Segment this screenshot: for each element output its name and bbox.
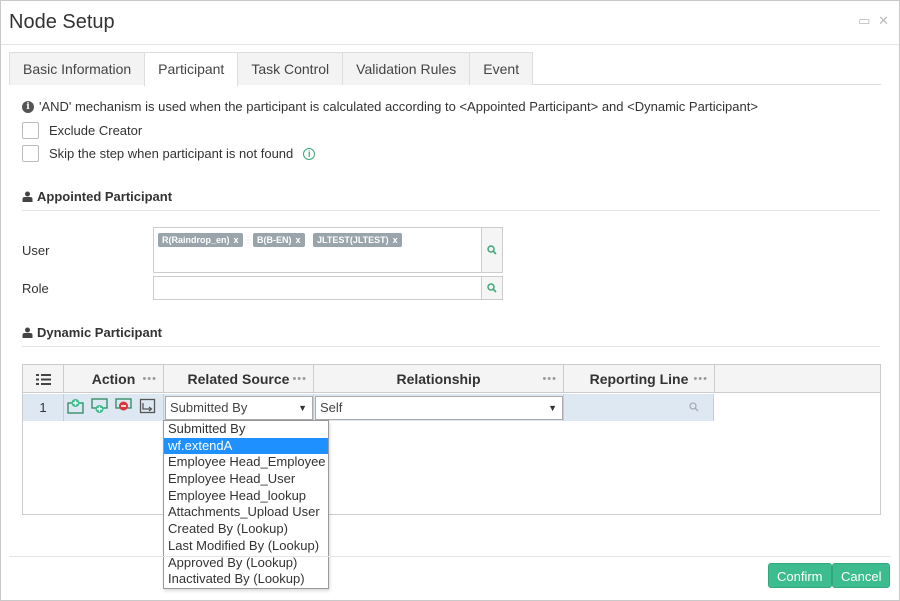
add-below-icon[interactable] (91, 398, 108, 414)
role-label: Role (22, 281, 49, 296)
chevron-down-icon: ▼ (298, 403, 307, 413)
delete-row-icon[interactable] (115, 398, 132, 414)
role-field[interactable] (153, 276, 483, 300)
dynamic-participant-grid: Action ••• Related Source ••• Relationsh… (22, 364, 881, 515)
dropdown-option[interactable]: Employee Head_User (164, 471, 328, 488)
exclude-creator-label: Exclude Creator (49, 123, 143, 138)
tab-task-control[interactable]: Task Control (237, 52, 344, 85)
dynamic-participant-title: Dynamic Participant (37, 325, 162, 340)
row-actions (64, 394, 164, 421)
move-row-icon[interactable] (139, 398, 156, 414)
column-related-source-label: Related Source (187, 371, 290, 387)
search-icon[interactable] (689, 402, 699, 412)
node-setup-dialog: Node Setup ▭ ✕ Basic Information Partici… (0, 0, 900, 601)
dropdown-option[interactable]: Employee Head_Employee (164, 454, 328, 471)
user-icon (22, 327, 33, 338)
user-search-button[interactable] (481, 227, 503, 273)
related-source-dropdown: Submitted By wf.extendA Employee Head_Em… (163, 420, 329, 589)
user-field[interactable]: R(Raindrop_en) x B(B-EN) x JLTEST(JLTEST) x (153, 227, 483, 273)
column-relationship[interactable]: Relationship ••• (314, 365, 564, 393)
search-icon (487, 245, 497, 255)
tag-remove-icon[interactable]: x (393, 235, 398, 245)
and-mechanism-note: i 'AND' mechanism is used when the parti… (22, 99, 758, 114)
exclude-creator-checkbox[interactable] (22, 122, 39, 139)
table-row[interactable]: 1 Submitted By ▼ Self ▼ (23, 394, 714, 421)
dropdown-option[interactable]: Last Modified By (Lookup) (164, 538, 328, 555)
column-menu-icon[interactable]: ••• (542, 365, 557, 393)
tab-event[interactable]: Event (469, 52, 534, 85)
tab-validation-rules[interactable]: Validation Rules (342, 52, 471, 85)
relationship-select[interactable]: Self ▼ (315, 396, 563, 420)
dropdown-option[interactable]: Created By (Lookup) (164, 521, 328, 538)
skip-step-checkbox[interactable] (22, 145, 39, 162)
window-controls: ▭ ✕ (858, 13, 891, 29)
skip-step-row: Skip the step when participant is not fo… (22, 145, 316, 162)
dropdown-option[interactable]: Submitted By (164, 421, 328, 438)
column-menu-icon[interactable]: ••• (292, 365, 307, 393)
related-source-value: Submitted By (170, 400, 248, 415)
tab-bar: Basic Information Participant Task Contr… (9, 52, 881, 86)
column-reporting-line-label: Reporting Line (589, 371, 689, 387)
user-icon (22, 191, 33, 202)
user-label: User (22, 243, 50, 258)
and-mechanism-text: 'AND' mechanism is used when the partici… (39, 99, 758, 114)
column-action-label: Action (91, 371, 136, 387)
dynamic-divider (22, 346, 880, 347)
dialog-titlebar: Node Setup ▭ ✕ (1, 1, 899, 45)
add-above-icon[interactable] (67, 398, 84, 414)
related-source-cell: Submitted By ▼ (164, 394, 314, 421)
exclude-creator-row: Exclude Creator (22, 122, 142, 139)
relationship-value: Self (320, 400, 343, 415)
dynamic-participant-heading: Dynamic Participant (22, 325, 162, 340)
maximize-icon[interactable]: ▭ (858, 13, 872, 28)
info-icon: i (22, 100, 34, 113)
appointed-divider (22, 210, 880, 211)
dropdown-option[interactable]: Employee Head_lookup (164, 488, 328, 505)
row-index: 1 (23, 394, 64, 421)
list-icon (35, 374, 51, 385)
relationship-cell: Self ▼ (314, 394, 564, 421)
column-menu-icon[interactable]: ••• (693, 365, 708, 393)
role-search-button[interactable] (481, 276, 503, 300)
grid-header: Action ••• Related Source ••• Relationsh… (23, 365, 880, 393)
dropdown-option[interactable]: Attachments_Upload User (164, 504, 328, 521)
column-reporting-line[interactable]: Reporting Line ••• (564, 365, 715, 393)
related-source-select[interactable]: Submitted By ▼ (165, 396, 313, 420)
dropdown-option-highlighted[interactable]: wf.extendA (164, 437, 328, 455)
tab-basic-information[interactable]: Basic Information (9, 52, 146, 85)
help-icon[interactable]: i (303, 147, 316, 160)
appointed-participant-title: Appointed Participant (37, 189, 173, 204)
chevron-down-icon: ▼ (548, 403, 557, 413)
column-action[interactable]: Action ••• (64, 365, 164, 393)
column-relationship-label: Relationship (396, 371, 481, 387)
column-chooser[interactable] (23, 365, 64, 393)
column-related-source[interactable]: Related Source ••• (164, 365, 314, 393)
search-icon (487, 283, 497, 293)
dropdown-option[interactable]: Inactivated By (Lookup) (164, 571, 328, 588)
dropdown-option[interactable]: Approved By (Lookup) (164, 555, 328, 572)
skip-step-label: Skip the step when participant is not fo… (49, 146, 294, 161)
column-menu-icon[interactable]: ••• (142, 365, 157, 393)
confirm-button[interactable]: Confirm (768, 563, 832, 588)
appointed-participant-heading: Appointed Participant (22, 189, 172, 204)
footer-divider (9, 556, 891, 557)
user-tag: JLTEST(JLTEST) x (313, 233, 402, 247)
tag-remove-icon[interactable]: x (234, 235, 239, 245)
cancel-button[interactable]: Cancel (832, 563, 891, 588)
reporting-line-cell[interactable] (564, 394, 714, 421)
user-tag: R(Raindrop_en) x (158, 233, 243, 247)
tab-participant[interactable]: Participant (144, 52, 239, 86)
close-icon[interactable]: ✕ (878, 13, 891, 28)
tag-remove-icon[interactable]: x (296, 235, 301, 245)
user-tag: B(B-EN) x (253, 233, 305, 247)
dialog-title: Node Setup (9, 11, 115, 33)
